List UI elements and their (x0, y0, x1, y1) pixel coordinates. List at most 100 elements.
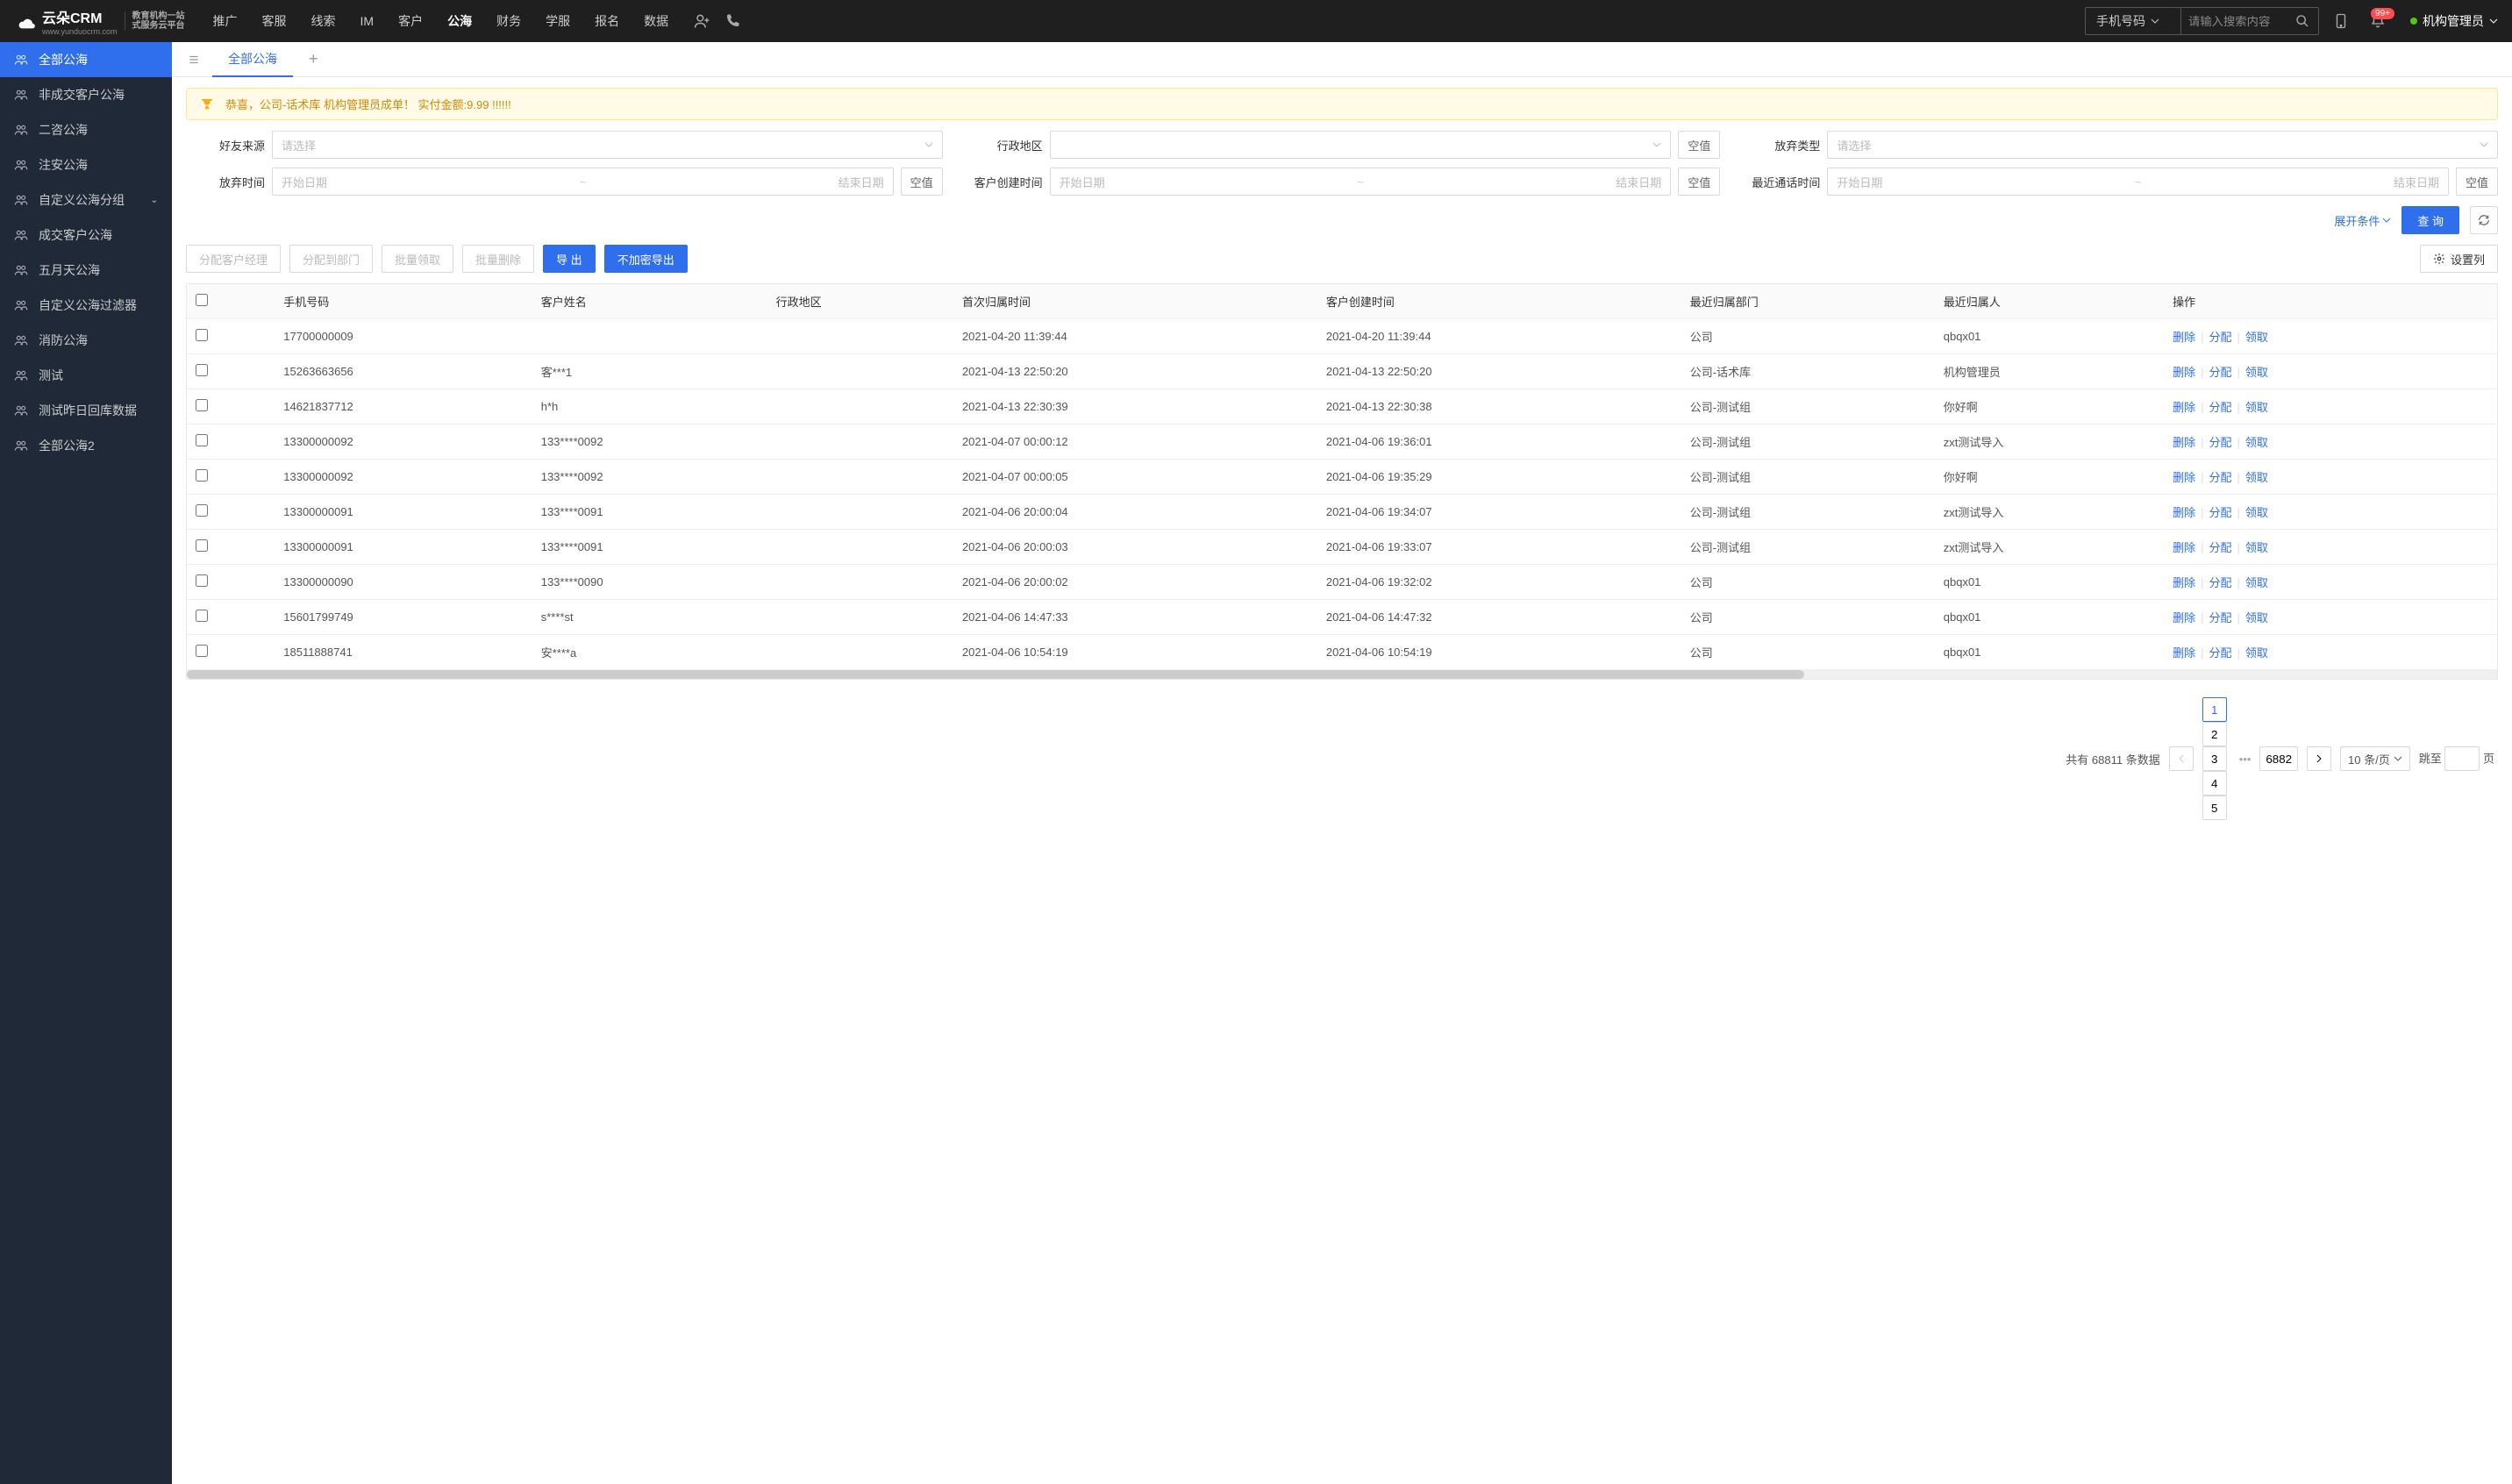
filter-source-select[interactable]: 请选择 (272, 131, 943, 159)
row-action[interactable]: 删除 (2173, 401, 2195, 414)
top-nav-item[interactable]: 报名 (584, 0, 630, 42)
top-nav-item[interactable]: 学服 (535, 0, 581, 42)
expand-filters-link[interactable]: 展开条件 (2334, 212, 2391, 229)
prev-page-button[interactable] (2169, 746, 2194, 771)
column-header[interactable]: 首次归属时间 (953, 284, 1317, 319)
page-number-button[interactable]: 1 (2202, 697, 2227, 722)
add-tab-button[interactable]: + (296, 50, 331, 68)
sidebar-item[interactable]: 成交客户公海 (0, 218, 172, 253)
page-jump-input[interactable] (2444, 746, 2480, 771)
row-action[interactable]: 领取 (2245, 366, 2268, 379)
phone-icon[interactable] (724, 13, 740, 29)
row-action[interactable]: 删除 (2173, 471, 2195, 484)
row-action[interactable]: 领取 (2245, 611, 2268, 624)
sidebar-item[interactable]: 五月天公海 (0, 253, 172, 288)
row-action[interactable]: 领取 (2245, 331, 2268, 344)
search-input[interactable] (2181, 8, 2287, 34)
row-action[interactable]: 删除 (2173, 366, 2195, 379)
column-header[interactable]: 客户创建时间 (1317, 284, 1681, 319)
row-action[interactable]: 分配 (2209, 541, 2231, 554)
column-header[interactable]: 最近归属人 (1935, 284, 2164, 319)
set-columns-button[interactable]: 设置列 (2420, 245, 2498, 273)
row-action[interactable]: 删除 (2173, 541, 2195, 554)
row-action[interactable]: 分配 (2209, 471, 2231, 484)
page-number-button[interactable]: 4 (2202, 771, 2227, 796)
filter-abandon-time-empty[interactable]: 空值 (901, 168, 943, 196)
filter-last-call-range[interactable]: 开始日期 ~ 结束日期 (1827, 168, 2449, 196)
user-menu[interactable]: 机构管理员 (2410, 12, 2498, 30)
filter-create-time-empty[interactable]: 空值 (1678, 168, 1720, 196)
last-page-button[interactable]: 6882 (2259, 746, 2298, 771)
filter-abandon-type-select[interactable]: 请选择 (1827, 131, 2498, 159)
logo[interactable]: 云朵CRM www.yunduocrm.com 教育机构一站 式服务云平台 (14, 6, 185, 36)
row-checkbox[interactable] (196, 364, 208, 376)
horizontal-scrollbar[interactable] (187, 670, 2497, 679)
filter-last-call-empty[interactable]: 空值 (2456, 168, 2498, 196)
sidebar-item[interactable]: 二咨公海 (0, 112, 172, 147)
row-action[interactable]: 领取 (2245, 646, 2268, 660)
row-action[interactable]: 领取 (2245, 541, 2268, 554)
mobile-icon[interactable] (2333, 13, 2349, 29)
row-action[interactable]: 删除 (2173, 646, 2195, 660)
column-header[interactable]: 客户姓名 (532, 284, 767, 319)
export-button[interactable]: 导 出 (543, 245, 596, 273)
row-action[interactable]: 删除 (2173, 331, 2195, 344)
select-all-checkbox[interactable] (196, 294, 208, 306)
export-plain-button[interactable]: 不加密导出 (604, 245, 688, 273)
column-header[interactable]: 最近归属部门 (1681, 284, 1935, 319)
top-nav-item[interactable]: 财务 (486, 0, 532, 42)
page-number-button[interactable]: 2 (2202, 722, 2227, 746)
tab-all-sea[interactable]: 全部公海 (212, 42, 293, 77)
batch-delete-button[interactable]: 批量删除 (462, 245, 534, 273)
page-number-button[interactable]: 3 (2202, 746, 2227, 771)
row-action[interactable]: 删除 (2173, 436, 2195, 449)
row-checkbox[interactable] (196, 434, 208, 446)
sidebar-item[interactable]: 自定义公海分组⌄ (0, 182, 172, 218)
sidebar-item[interactable]: 测试昨日回库数据 (0, 393, 172, 428)
top-nav-item[interactable]: 推广 (203, 0, 248, 42)
filter-abandon-time-range[interactable]: 开始日期 ~ 结束日期 (272, 168, 894, 196)
sidebar-item[interactable]: 消防公海 (0, 323, 172, 358)
collapse-tabs-icon[interactable] (179, 54, 209, 66)
top-nav-item[interactable]: 公海 (437, 0, 482, 42)
row-action[interactable]: 分配 (2209, 366, 2231, 379)
assign-manager-button[interactable]: 分配客户经理 (186, 245, 281, 273)
column-header[interactable]: 行政地区 (767, 284, 953, 319)
row-checkbox[interactable] (196, 329, 208, 341)
filter-region-select[interactable] (1050, 131, 1672, 159)
add-user-icon[interactable] (693, 12, 710, 30)
row-checkbox[interactable] (196, 610, 208, 622)
top-nav-item[interactable]: IM (350, 0, 385, 42)
top-nav-item[interactable]: 线索 (301, 0, 346, 42)
row-checkbox[interactable] (196, 539, 208, 552)
row-action[interactable]: 删除 (2173, 611, 2195, 624)
row-action[interactable]: 分配 (2209, 506, 2231, 519)
row-checkbox[interactable] (196, 399, 208, 411)
search-filter-button[interactable]: 查 询 (2401, 206, 2459, 234)
search-button[interactable] (2287, 14, 2318, 28)
row-action[interactable]: 分配 (2209, 331, 2231, 344)
row-action[interactable]: 领取 (2245, 506, 2268, 519)
row-action[interactable]: 领取 (2245, 576, 2268, 589)
top-nav-item[interactable]: 数据 (633, 0, 679, 42)
sidebar-item[interactable]: 注安公海 (0, 147, 172, 182)
column-header[interactable]: 操作 (2164, 284, 2497, 319)
filter-create-time-range[interactable]: 开始日期 ~ 结束日期 (1050, 168, 1672, 196)
row-action[interactable]: 领取 (2245, 471, 2268, 484)
sidebar-item[interactable]: 测试 (0, 358, 172, 393)
scrollbar-thumb[interactable] (187, 670, 1804, 679)
assign-dept-button[interactable]: 分配到部门 (289, 245, 373, 273)
refresh-button[interactable] (2470, 206, 2498, 234)
top-nav-item[interactable]: 客户 (388, 0, 433, 42)
row-checkbox[interactable] (196, 469, 208, 482)
row-checkbox[interactable] (196, 645, 208, 657)
sidebar-item[interactable]: 非成交客户公海 (0, 77, 172, 112)
row-action[interactable]: 删除 (2173, 506, 2195, 519)
batch-claim-button[interactable]: 批量领取 (382, 245, 453, 273)
row-action[interactable]: 删除 (2173, 576, 2195, 589)
row-action[interactable]: 分配 (2209, 646, 2231, 660)
page-number-button[interactable]: 5 (2202, 796, 2227, 820)
row-action[interactable]: 分配 (2209, 611, 2231, 624)
next-page-button[interactable] (2307, 746, 2331, 771)
page-size-select[interactable]: 10 条/页 (2340, 746, 2410, 771)
